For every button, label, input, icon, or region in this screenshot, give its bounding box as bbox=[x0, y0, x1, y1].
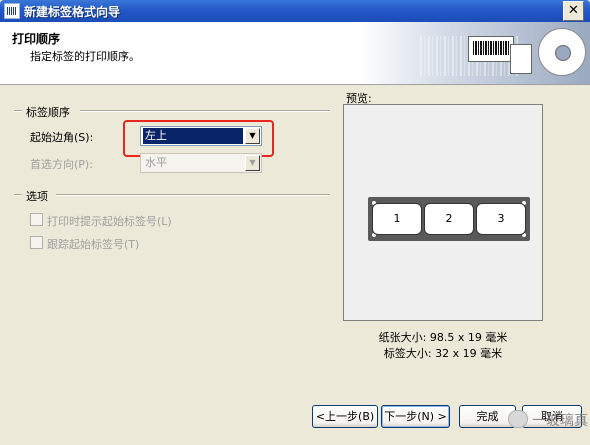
prompt-start-checkbox[interactable] bbox=[30, 213, 43, 226]
back-button[interactable]: <上一步(B) bbox=[312, 405, 378, 428]
group-rule-right bbox=[56, 194, 330, 196]
close-button[interactable]: ✕ bbox=[563, 1, 584, 21]
chevron-down-icon[interactable]: ▼ bbox=[245, 155, 260, 171]
direction-label: 首选方向(P): bbox=[30, 158, 93, 171]
preview-panel: 1 2 3 bbox=[343, 104, 543, 321]
next-button[interactable]: 下一步(N) > bbox=[381, 405, 450, 428]
banner-label-graphic bbox=[468, 36, 514, 62]
start-corner-label: 起始边角(S): bbox=[30, 131, 94, 144]
app-barcode-icon bbox=[4, 3, 20, 19]
preview-label-cell: 2 bbox=[424, 203, 474, 235]
track-start-label: 跟踪起始标签号(T) bbox=[47, 238, 140, 251]
options-group-title: 选项 bbox=[26, 190, 48, 203]
annotation-highlight bbox=[123, 120, 274, 157]
window-title: 新建标签格式向导 bbox=[24, 5, 121, 19]
prompt-start-label: 打印时提示起始标签号(L) bbox=[47, 215, 172, 228]
watermark-text: 一玻璃真 bbox=[532, 413, 588, 429]
banner-disc-graphic bbox=[538, 28, 586, 76]
paper-size-text: 纸张大小: 98.5 x 19 毫米 bbox=[378, 331, 508, 344]
title-bar: 新建标签格式向导 ✕ bbox=[0, 0, 590, 22]
header-banner-image bbox=[360, 22, 590, 84]
label-strip: 1 2 3 bbox=[368, 197, 530, 241]
direction-select[interactable]: 水平 ▼ bbox=[140, 153, 262, 173]
group-rule-left bbox=[14, 194, 22, 196]
header-subtitle: 指定标签的打印顺序。 bbox=[30, 50, 140, 63]
direction-value: 水平 bbox=[145, 156, 167, 169]
label-size-text: 标签大小: 32 x 19 毫米 bbox=[383, 347, 503, 360]
preview-label-cell: 1 bbox=[372, 203, 422, 235]
banner-tag-graphic bbox=[510, 44, 532, 74]
header-title: 打印顺序 bbox=[12, 32, 61, 46]
label-order-group-title: 标签顺序 bbox=[26, 106, 70, 119]
wechat-icon bbox=[508, 410, 528, 428]
track-start-checkbox[interactable] bbox=[30, 236, 43, 249]
watermark: 一玻璃真 bbox=[508, 404, 590, 434]
group-rule-left bbox=[14, 110, 22, 112]
preview-label-cell: 3 bbox=[476, 203, 526, 235]
group-rule-right bbox=[80, 110, 330, 112]
wizard-header: 打印顺序 指定标签的打印顺序。 bbox=[0, 22, 590, 85]
